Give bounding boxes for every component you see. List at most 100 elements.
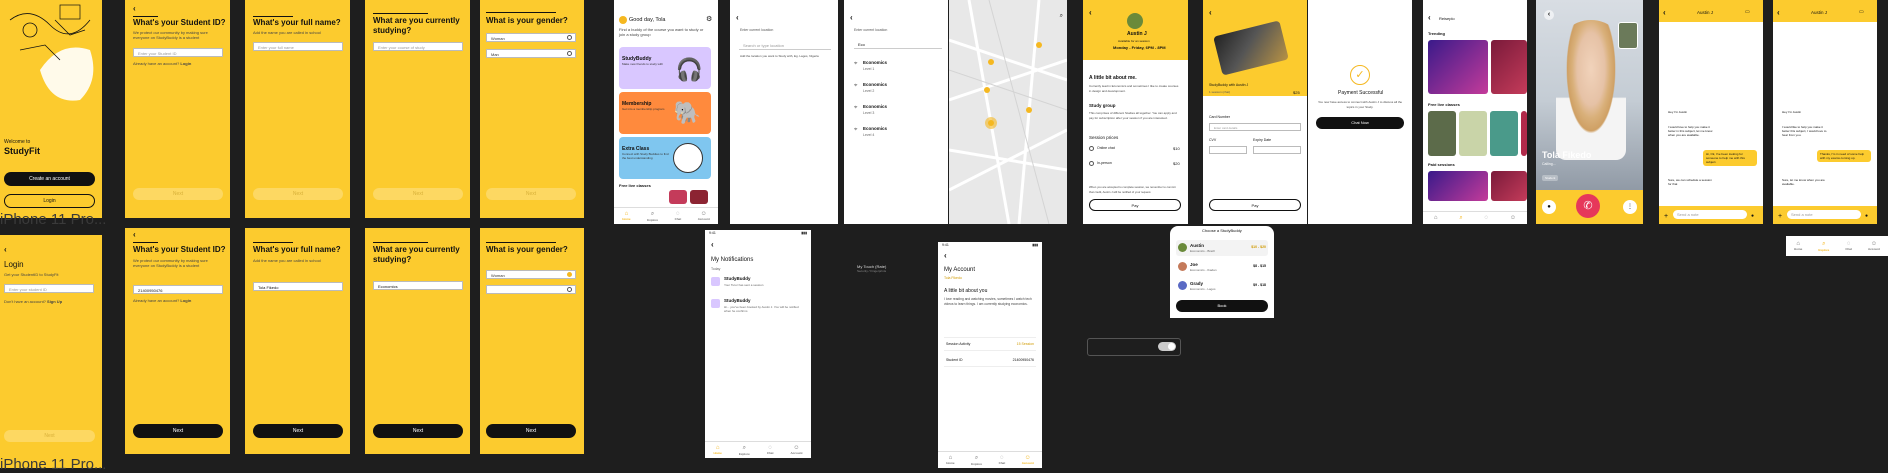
next-button-disabled[interactable]: Next	[253, 188, 343, 200]
nav-home[interactable]: ⌂ Home	[622, 211, 630, 221]
radio-selected-icon[interactable]	[567, 272, 572, 277]
class-thumbnail[interactable]	[1490, 111, 1518, 156]
session-activity-row[interactable]: Session Activity 15 Session	[944, 337, 1036, 351]
nav-home[interactable]: ⌂ Home	[713, 445, 721, 455]
nav-explore[interactable]: ⌕ Explore	[739, 445, 750, 456]
radio-icon[interactable]	[567, 287, 572, 292]
mic-icon[interactable]: ●	[1865, 213, 1868, 219]
buddy-item[interactable]: Joe Economics - Ibadan $8 - $15	[1176, 259, 1268, 275]
next-button[interactable]: Next	[253, 424, 343, 438]
class-thumbnail[interactable]	[669, 190, 687, 204]
radio-icon[interactable]	[567, 35, 572, 40]
gender-option-man[interactable]: Man	[486, 49, 576, 58]
result-item[interactable]: ⌖ Economics Level 1	[854, 58, 942, 76]
back-arrow-icon[interactable]: ‹	[850, 13, 853, 22]
full-name-input[interactable]: Enter your full name	[253, 42, 343, 51]
trending-thumbnail[interactable]	[1491, 40, 1527, 94]
gender-option-man[interactable]	[486, 285, 576, 294]
nav-explore[interactable]: ⌕ Explore	[1818, 241, 1829, 252]
back-arrow-icon[interactable]: ‹	[1663, 8, 1666, 17]
student-id-input[interactable]: Enter your Student ID	[133, 48, 223, 57]
back-arrow-icon[interactable]: ‹	[736, 13, 739, 22]
message-input[interactable]: Send a note	[1673, 210, 1747, 219]
login-button[interactable]: Login	[4, 194, 95, 208]
back-arrow-icon[interactable]: ‹	[1544, 10, 1554, 20]
settings-icon[interactable]: ⚙	[706, 15, 712, 23]
location-input[interactable]: Eco	[854, 40, 942, 49]
more-button[interactable]: ⋮	[1623, 200, 1637, 214]
add-icon[interactable]: +	[1664, 213, 1668, 220]
buddy-item[interactable]: Grady Economics - Lagos $9 - $18	[1176, 278, 1268, 294]
next-button-disabled[interactable]: Next	[4, 430, 95, 442]
login-link[interactable]: Login	[180, 298, 191, 303]
cvv-input[interactable]	[1209, 146, 1247, 154]
session-option[interactable]: In-person	[1097, 161, 1112, 165]
nav-chat[interactable]: ◌	[1485, 215, 1489, 221]
next-button-disabled[interactable]: Next	[373, 188, 463, 200]
nav-chat[interactable]: ◌ Chat	[1845, 241, 1852, 251]
class-thumbnail[interactable]	[1521, 111, 1527, 156]
next-button-disabled[interactable]: Next	[486, 188, 576, 200]
card-number-input[interactable]: Enter card details	[1209, 123, 1301, 131]
notification-item[interactable]: StudyBuddy Hi... you've been booked by A…	[711, 298, 805, 318]
pay-button[interactable]: Pay	[1209, 199, 1301, 211]
message-input[interactable]: Send a note	[1787, 210, 1861, 219]
nav-account[interactable]: ☺ Account	[698, 211, 710, 221]
radio-icon[interactable]	[1089, 161, 1094, 166]
end-call-button[interactable]: ✆	[1576, 194, 1600, 218]
nav-home[interactable]: ⌂ Home	[946, 455, 954, 465]
video-icon[interactable]: ▭	[1745, 9, 1750, 15]
result-item[interactable]: ⌖ Economics Level 4	[854, 124, 942, 142]
video-icon[interactable]: ▭	[1859, 9, 1864, 15]
back-arrow-icon[interactable]: ‹	[711, 240, 714, 249]
paid-thumbnail[interactable]	[1491, 171, 1527, 201]
next-button[interactable]: Next	[133, 424, 223, 438]
nav-account[interactable]: ☺ Account	[1022, 455, 1034, 465]
nav-home[interactable]: ⌂	[1434, 215, 1438, 221]
class-thumbnail[interactable]	[1459, 111, 1487, 156]
studybuddy-card[interactable]: StudyBuddy Make new friends to study wit…	[619, 47, 711, 89]
chat-now-button[interactable]: Chat Now	[1316, 117, 1404, 129]
nav-account[interactable]: ☺ Account	[1868, 241, 1880, 251]
mic-icon[interactable]: ●	[1751, 213, 1754, 219]
next-button[interactable]: Next	[486, 424, 576, 438]
login-input[interactable]: Enter your student ID	[4, 284, 94, 293]
location-input[interactable]: Search or type location	[739, 41, 831, 50]
back-arrow-icon[interactable]: ‹	[1089, 8, 1092, 17]
nav-account[interactable]: ☺	[1510, 215, 1516, 221]
search-query[interactable]: Reiseplo	[1439, 16, 1455, 21]
radio-icon[interactable]	[567, 51, 572, 56]
profile-link[interactable]: Tola Fikedo	[944, 276, 962, 280]
extra-class-card[interactable]: Extra Class Connect with Study Buddies t…	[619, 137, 711, 179]
buddy-item[interactable]: Austin Economics - Brazil $10 - $20	[1176, 240, 1268, 256]
search-icon[interactable]: ⌕	[1060, 13, 1063, 20]
student-id-input[interactable]: 21400950476	[133, 285, 223, 294]
student-id-row[interactable]: Student ID 21400950476	[944, 354, 1036, 367]
nav-explore[interactable]: ⌕ Explore	[647, 211, 658, 222]
membership-card[interactable]: Membership Get into a membership program…	[619, 92, 711, 134]
back-arrow-icon[interactable]: ‹	[4, 245, 7, 254]
gender-option-woman[interactable]: Woman	[486, 270, 576, 279]
notification-item[interactable]: StudyBuddy Your Tutor has sent a session	[711, 276, 805, 296]
result-item[interactable]: ⌖ Economics Level 3	[854, 102, 942, 120]
studying-input[interactable]: Economics	[373, 281, 463, 290]
nav-chat[interactable]: ◌ Chat	[767, 445, 774, 455]
signup-link[interactable]: Sign Up	[47, 299, 62, 304]
pay-button[interactable]: Pay	[1089, 199, 1181, 211]
studying-input[interactable]: Enter your course of study	[373, 42, 463, 51]
expiry-input[interactable]	[1253, 146, 1301, 154]
nav-account[interactable]: ☺ Account	[790, 445, 802, 455]
trending-thumbnail[interactable]	[1428, 40, 1488, 94]
book-button[interactable]: Book	[1176, 300, 1268, 312]
class-thumbnail[interactable]	[1428, 111, 1456, 156]
next-button[interactable]: Next	[373, 424, 463, 438]
create-account-button[interactable]: Create an account	[4, 172, 95, 186]
back-arrow-icon[interactable]: ‹	[133, 230, 136, 239]
nav-chat[interactable]: ◌ Chat	[999, 455, 1006, 465]
nav-explore[interactable]: ⌕	[1459, 215, 1462, 222]
next-button-disabled[interactable]: Next	[133, 188, 223, 200]
back-arrow-icon[interactable]: ‹	[1777, 8, 1780, 17]
paid-thumbnail[interactable]	[1428, 171, 1488, 201]
nav-chat[interactable]: ◌ Chat	[675, 211, 682, 221]
class-thumbnail[interactable]	[690, 190, 708, 204]
